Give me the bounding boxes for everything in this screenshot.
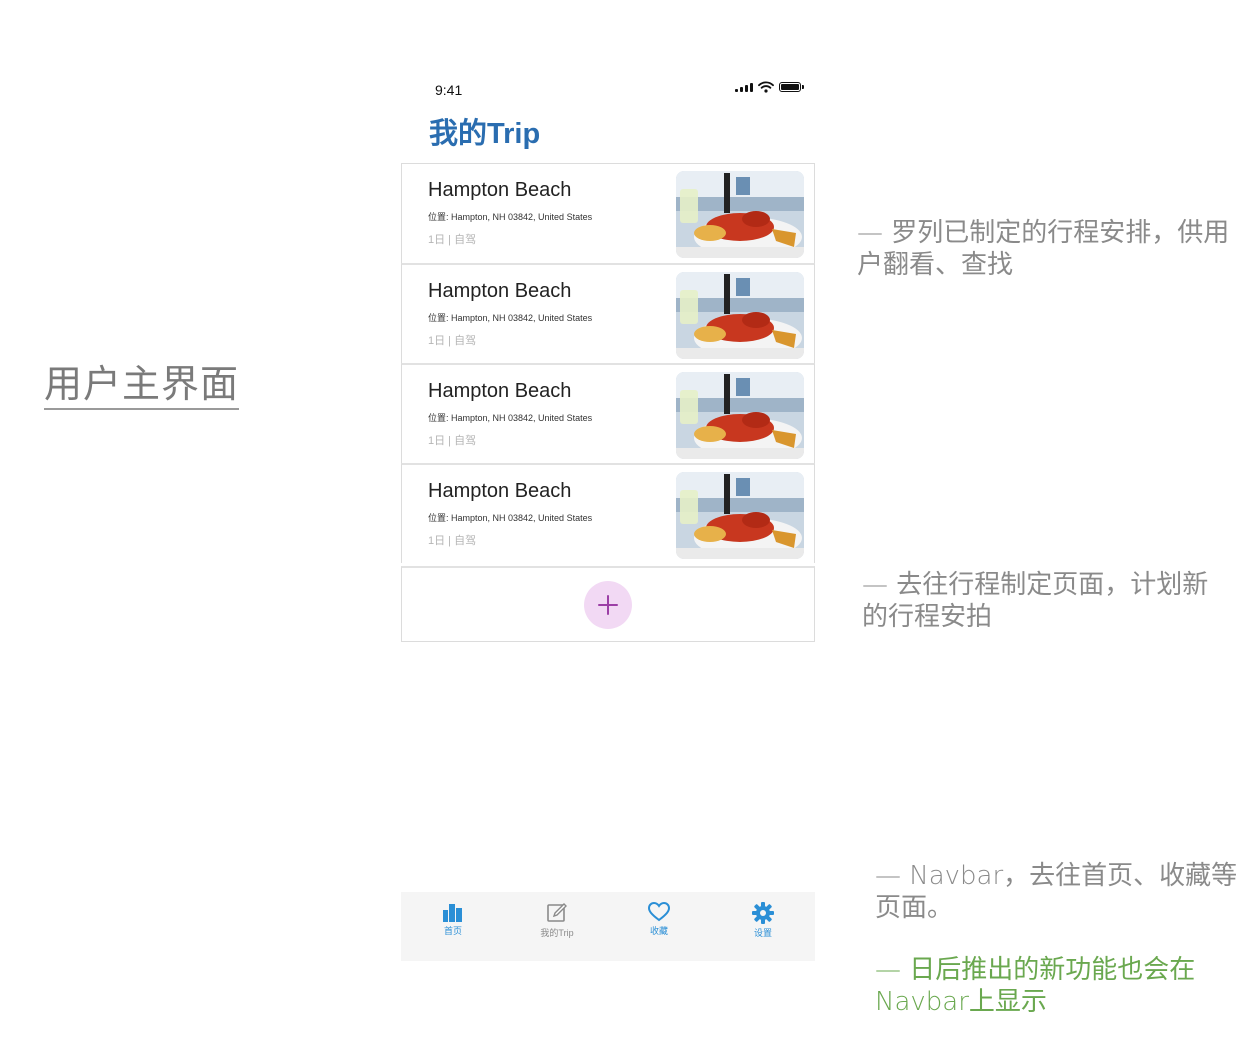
wifi-icon bbox=[758, 81, 774, 93]
bottom-navbar: 首页 我的Trip 收藏 设置 bbox=[401, 892, 815, 961]
nav-item-my-trip[interactable]: 我的Trip bbox=[522, 902, 592, 939]
buildings-icon bbox=[443, 904, 462, 922]
trip-name: Hampton Beach bbox=[428, 179, 572, 201]
plus-icon bbox=[598, 595, 618, 615]
status-icons bbox=[735, 81, 804, 93]
trip-meta: 1日 | 自驾 bbox=[428, 535, 477, 547]
nav-label: 收藏 bbox=[649, 926, 668, 936]
page-title: 我的Trip bbox=[429, 118, 541, 150]
nav-label: 设置 bbox=[753, 928, 772, 938]
trip-photo bbox=[676, 272, 804, 359]
status-bar: 9:41 bbox=[401, 70, 815, 106]
trip-card[interactable]: Hampton Beach 位置: Hampton, NH 03842, Uni… bbox=[401, 363, 815, 463]
trip-name: Hampton Beach bbox=[428, 480, 572, 502]
trip-card[interactable]: Hampton Beach 位置: Hampton, NH 03842, Uni… bbox=[401, 263, 815, 363]
battery-icon bbox=[779, 82, 804, 92]
page-label: 用户主界面 bbox=[44, 362, 240, 410]
add-annotation: — 去往行程制定页面，计划新的行程安拍 bbox=[862, 570, 1209, 632]
edit-icon bbox=[547, 903, 567, 922]
trip-meta: 1日 | 自驾 bbox=[428, 335, 477, 347]
future-annotation: — 日后推出的新功能也会在Navbar上显示 bbox=[875, 955, 1196, 1017]
nav-item-home[interactable]: 首页 bbox=[418, 902, 488, 937]
nav-item-settings[interactable]: 设置 bbox=[728, 902, 798, 939]
trip-photo bbox=[676, 171, 804, 258]
phone-screen: 9:41 我的Trip Hampton Beach 位置: Hampton, N… bbox=[401, 70, 815, 961]
nav-label: 我的Trip bbox=[540, 928, 574, 938]
trip-location: 位置: Hampton, NH 03842, United States bbox=[428, 212, 593, 222]
trip-list: Hampton Beach 位置: Hampton, NH 03842, Uni… bbox=[401, 163, 815, 563]
nav-label: 首页 bbox=[443, 926, 462, 936]
trip-card[interactable]: Hampton Beach 位置: Hampton, NH 03842, Uni… bbox=[401, 463, 815, 563]
status-time: 9:41 bbox=[435, 82, 463, 98]
gear-icon bbox=[752, 902, 774, 924]
add-trip-area bbox=[401, 566, 815, 642]
list-annotation: — 罗列已制定的行程安排，供用户翻看、查找 bbox=[857, 218, 1230, 280]
trip-meta: 1日 | 自驾 bbox=[428, 234, 477, 246]
trip-meta: 1日 | 自驾 bbox=[428, 435, 477, 447]
trip-name: Hampton Beach bbox=[428, 380, 572, 402]
trip-location: 位置: Hampton, NH 03842, United States bbox=[428, 313, 593, 323]
trip-photo bbox=[676, 372, 804, 459]
add-trip-button[interactable] bbox=[584, 581, 632, 629]
trip-photo bbox=[676, 472, 804, 559]
trip-location: 位置: Hampton, NH 03842, United States bbox=[428, 513, 593, 523]
signal-icon bbox=[735, 82, 753, 92]
nav-item-favorites[interactable]: 收藏 bbox=[624, 902, 694, 937]
trip-location: 位置: Hampton, NH 03842, United States bbox=[428, 413, 593, 423]
trip-name: Hampton Beach bbox=[428, 280, 572, 302]
trip-card[interactable]: Hampton Beach 位置: Hampton, NH 03842, Uni… bbox=[401, 163, 815, 263]
navbar-annotation: — Navbar，去往首页、收藏等页面。 bbox=[875, 861, 1238, 923]
heart-icon bbox=[647, 902, 671, 922]
